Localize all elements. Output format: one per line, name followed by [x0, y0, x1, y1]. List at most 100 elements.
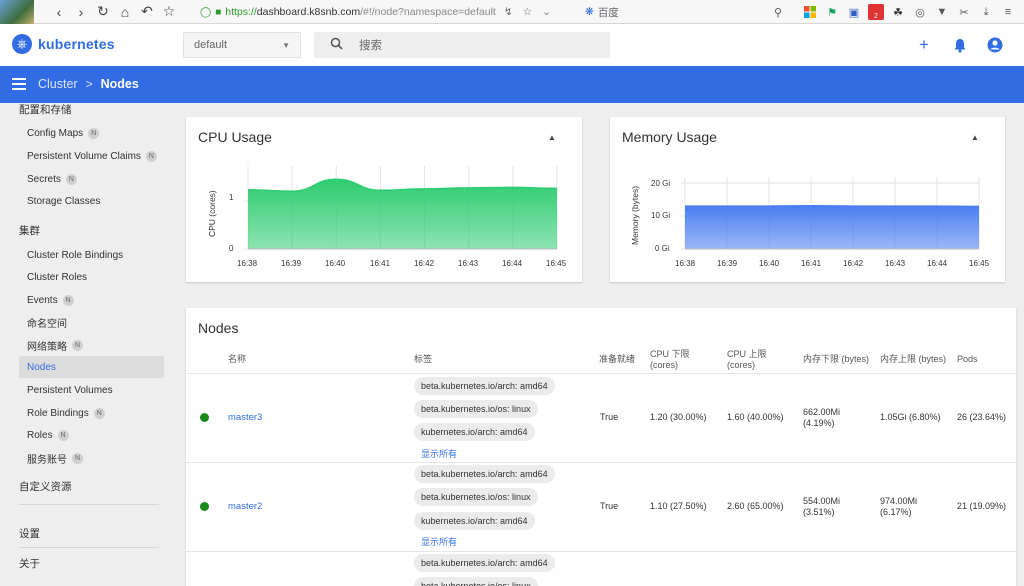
kubernetes-logo[interactable]: ⎈ kubernetes	[12, 34, 115, 54]
column-header-name[interactable]: 名称	[228, 354, 246, 365]
sidebar-item-namespaces[interactable]: 命名空间	[19, 311, 164, 333]
chevron-down-icon[interactable]: ⌄	[542, 6, 551, 18]
namespace-value: default	[194, 39, 228, 51]
sidebar-item-storage-classes[interactable]: Storage Classes	[19, 190, 164, 212]
sidebar-item-config-maps[interactable]: Config Maps N	[19, 122, 164, 144]
helm-wheel-icon: ⎈	[12, 34, 32, 54]
memory-x-tick: 16:42	[843, 259, 864, 268]
cpu-usage-card: CPU Usage ▲ CPU (cores) 1 0 16:38 16:39 …	[186, 117, 582, 282]
search-input[interactable]: 搜索	[314, 32, 610, 58]
extension-badge-icon[interactable]: 2	[868, 4, 884, 20]
new-badge: N	[145, 150, 157, 162]
sidebar-item-label: Persistent Volume Claims	[27, 150, 141, 162]
vue-icon[interactable]: ▼	[934, 4, 950, 20]
new-badge: N	[93, 407, 105, 419]
browser-tab-thumbnail[interactable]	[0, 0, 34, 24]
label-chip: kubernetes.io/arch: amd64	[414, 423, 535, 441]
sidebar-item-persistent-volumes[interactable]: Persistent Volumes	[19, 379, 164, 401]
sidebar-item-cluster-roles[interactable]: Cluster Roles	[19, 266, 164, 288]
eye-icon[interactable]: ◎	[912, 4, 928, 20]
flag-icon[interactable]: ⚑	[824, 4, 840, 20]
windows-icon[interactable]	[802, 4, 818, 20]
dropdown-caret-icon: ▼	[282, 40, 290, 50]
account-icon[interactable]	[986, 36, 1004, 54]
node-name-link[interactable]: master2	[228, 501, 262, 512]
sidebar-item-label: Secrets	[27, 173, 61, 185]
evernote-icon[interactable]: ☘	[890, 4, 906, 20]
node-pods: 26 (23.64%)	[957, 412, 1007, 422]
cpu-x-tick: 16:39	[281, 259, 302, 268]
windows-logo-icon	[804, 6, 816, 18]
column-header-cpu-limits[interactable]: CPU 上限 (cores)	[727, 349, 767, 371]
column-header-ready[interactable]: 准备就绪	[599, 354, 635, 365]
sidebar-divider	[19, 547, 159, 548]
nodes-table-card: Nodes 名称 标签 准备就绪 CPU 下限 (cores) CPU 上限 (co…	[186, 308, 1016, 586]
magnifier-icon[interactable]: ⚲	[770, 4, 786, 20]
column-header-memory-limits[interactable]: 内存上限 (bytes)	[880, 354, 946, 365]
browser-search-box[interactable]: ❋ 百度	[585, 3, 765, 21]
reload-icon[interactable]: ↻	[92, 1, 114, 23]
node-ready: True	[600, 501, 619, 511]
cell-line: 662.00Mi	[803, 407, 841, 417]
new-badge: N	[57, 429, 69, 441]
memory-usage-card: Memory Usage ▲ Memory (bytes) 20 Gi 10 G…	[610, 117, 1005, 282]
memory-x-tick: 16:45	[969, 259, 990, 268]
logo-text: kubernetes	[38, 36, 115, 52]
node-pods: 21 (19.09%)	[957, 501, 1007, 511]
undo-icon[interactable]: ↶	[136, 1, 158, 23]
back-icon[interactable]: ‹	[48, 1, 70, 23]
column-header-labels: 标签	[414, 354, 433, 364]
home-icon[interactable]: ⌂	[114, 1, 136, 23]
sidebar-item-label: 网络策略	[27, 341, 67, 353]
table-row: beta.kubernetes.io/arch: amd64 beta.kube…	[186, 551, 1016, 586]
column-header-memory-requests[interactable]: 内存下限 (bytes)	[803, 354, 869, 365]
bookmark-star-icon[interactable]: ☆	[158, 1, 180, 23]
lightning-icon[interactable]: ↯	[504, 6, 513, 18]
sidebar-section-cluster[interactable]: 集群	[19, 223, 40, 238]
notifications-bell-icon[interactable]	[951, 36, 969, 54]
namespace-select[interactable]: default ▼	[183, 32, 301, 58]
sidebar-item-nodes[interactable]: Nodes	[19, 356, 164, 378]
download-icon[interactable]: ⤓	[978, 4, 994, 20]
column-header-pods[interactable]: Pods	[957, 354, 978, 365]
sidebar-section-crd[interactable]: 自定义资源	[19, 479, 72, 494]
create-plus-icon[interactable]: +	[915, 35, 933, 54]
scissors-icon[interactable]: ✂	[956, 4, 972, 20]
node-name-link[interactable]: master3	[228, 412, 262, 423]
sidebar-item-roles[interactable]: Roles N	[19, 424, 164, 446]
sidebar-item-service-accounts[interactable]: 服务账号 N	[19, 447, 164, 469]
sidebar-item-role-bindings[interactable]: Role Bindings N	[19, 402, 164, 424]
sidebar-item-cluster-role-bindings[interactable]: Cluster Role Bindings	[19, 244, 164, 266]
sidebar-item-events[interactable]: Events N	[19, 289, 164, 311]
cell-line: (4.19%)	[803, 418, 835, 428]
extension-icons: ⚲ ⚑ ▣ 2 ☘ ◎ ▼ ✂ ⤓ ≡	[770, 2, 1016, 22]
sidebar-about[interactable]: 关于	[19, 556, 40, 571]
screenshot-icon[interactable]: ▣	[846, 4, 862, 20]
show-all-labels-link[interactable]: 显示所有	[421, 447, 457, 460]
memory-usage-chart	[681, 177, 980, 250]
sidebar-item-pvc[interactable]: Persistent Volume Claims N	[19, 145, 164, 167]
show-all-labels-link[interactable]: 显示所有	[421, 535, 457, 548]
address-bar[interactable]: ◯ ■ https://dashboard.k8snb.com/#!/node?…	[200, 2, 578, 22]
memory-x-tick: 16:43	[885, 259, 906, 268]
column-header-cpu-requests[interactable]: CPU 下限 (cores)	[650, 349, 690, 371]
cell-line: 974.00Mi	[880, 496, 918, 506]
cpu-x-tick: 16:38	[237, 259, 258, 268]
label-chip: beta.kubernetes.io/arch: amd64	[414, 465, 555, 483]
label-chip: beta.kubernetes.io/os: linux	[414, 488, 538, 506]
sidebar-item-label: Persistent Volumes	[27, 384, 113, 396]
table-row: master2 beta.kubernetes.io/arch: amd64 b…	[186, 462, 1016, 551]
menu-lines-icon[interactable]: ≡	[1000, 4, 1016, 20]
search-icon	[330, 37, 343, 53]
breadcrumb-cluster[interactable]: Cluster	[38, 77, 78, 91]
forward-icon[interactable]: ›	[70, 1, 92, 23]
sidebar-item-network-policies[interactable]: 网络策略 N	[19, 334, 164, 356]
sidebar-item-secrets[interactable]: Secrets N	[19, 168, 164, 190]
label-chip: beta.kubernetes.io/os: linux	[414, 577, 538, 586]
sidebar-section-config[interactable]: 配置和存储	[19, 102, 72, 117]
sidebar-settings[interactable]: 设置	[19, 526, 40, 541]
star-icon[interactable]: ☆	[523, 6, 532, 18]
cell-line: 554.00Mi	[803, 496, 841, 506]
hamburger-menu-icon[interactable]	[12, 76, 26, 92]
sidebar: 配置和存储 Config Maps N Persistent Volume Cla…	[0, 103, 174, 586]
